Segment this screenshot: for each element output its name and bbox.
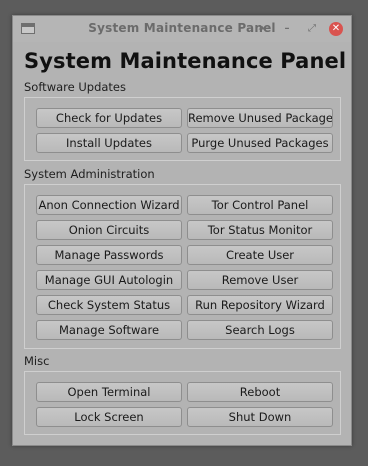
software-updates-group: Check for Updates Remove Unused Packages… [24,97,341,161]
system-administration-group: Anon Connection Wizard Tor Control Panel… [24,184,341,349]
remove-unused-packages-button[interactable]: Remove Unused Packages [187,108,333,128]
create-user-button[interactable]: Create User [187,245,333,265]
tor-status-monitor-button[interactable]: Tor Status Monitor [187,220,333,240]
section-label-software-updates: Software Updates [24,80,126,94]
page-title: System Maintenance Panel [24,49,347,73]
install-updates-button[interactable]: Install Updates [36,133,182,153]
maximize-icon[interactable]: ⤢ [304,21,320,37]
shut-down-button[interactable]: Shut Down [187,407,333,427]
open-terminal-button[interactable]: Open Terminal [36,382,182,402]
purge-unused-packages-button[interactable]: Purge Unused Packages [187,133,333,153]
window-title: System Maintenance Panel [88,21,276,35]
misc-group: Open Terminal Reboot Lock Screen Shut Do… [24,371,341,435]
check-system-status-button[interactable]: Check System Status [36,295,182,315]
manage-software-button[interactable]: Manage Software [36,320,182,340]
manage-gui-autologin-button[interactable]: Manage GUI Autologin [36,270,182,290]
close-icon[interactable]: ✕ [329,22,343,36]
tor-control-panel-button[interactable]: Tor Control Panel [187,195,333,215]
check-for-updates-button[interactable]: Check for Updates [36,108,182,128]
remove-user-button[interactable]: Remove User [187,270,333,290]
section-label-misc: Misc [24,354,50,368]
manage-passwords-button[interactable]: Manage Passwords [36,245,182,265]
minimize-icon[interactable]: – [279,21,295,37]
lock-screen-button[interactable]: Lock Screen [36,407,182,427]
anon-connection-wizard-button[interactable]: Anon Connection Wizard [36,195,182,215]
section-label-system-administration: System Administration [24,167,155,181]
onion-circuits-button[interactable]: Onion Circuits [36,220,182,240]
window-titlebar[interactable]: System Maintenance Panel ⏶ – ⤢ ✕ [13,16,351,42]
reboot-button[interactable]: Reboot [187,382,333,402]
run-repository-wizard-button[interactable]: Run Repository Wizard [187,295,333,315]
search-logs-button[interactable]: Search Logs [187,320,333,340]
shade-icon[interactable]: ⏶ [254,21,270,37]
system-maintenance-window: System Maintenance Panel ⏶ – ⤢ ✕ System … [12,15,352,446]
